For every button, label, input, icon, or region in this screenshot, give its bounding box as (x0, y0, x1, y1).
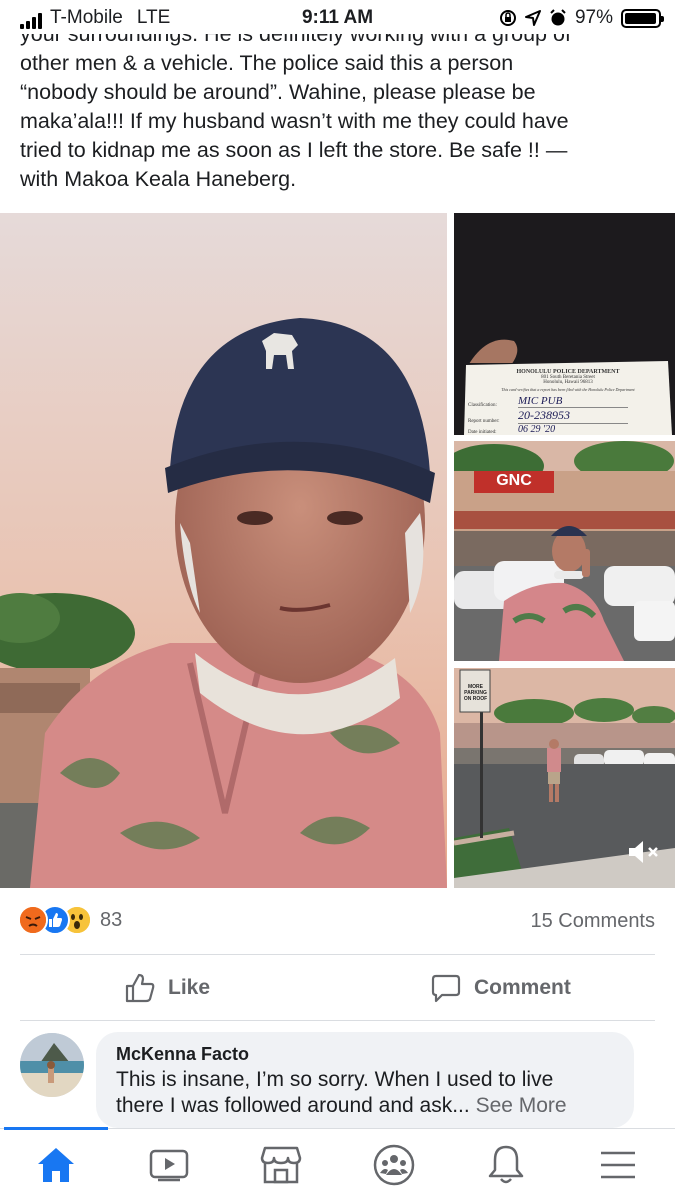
video-icon (149, 1149, 189, 1182)
comment-text-line: there I was followed around and ask... (116, 1094, 470, 1117)
marketplace-icon (260, 1146, 302, 1184)
thumbs-up-icon (125, 973, 155, 1003)
groups-icon (373, 1144, 415, 1186)
comments-count-link[interactable]: 15 Comments (531, 910, 656, 933)
police-card-note: This card verifies that a report has bee… (501, 387, 635, 392)
comment-author[interactable]: McKenna Facto (116, 1044, 614, 1065)
comment-label: Comment (474, 976, 571, 999)
alarm-icon (550, 9, 566, 26)
reactions-summary[interactable]: 83 (18, 905, 122, 935)
comment-text-line: This is insane, I’m so sorry. When I use… (116, 1068, 554, 1091)
like-button[interactable]: Like (124, 968, 210, 1008)
police-card-report-value: 20-238953 (518, 408, 628, 424)
home-icon (38, 1148, 74, 1182)
store-sign: GNC (496, 472, 532, 489)
reaction-count: 83 (100, 908, 123, 931)
screen-lock-icon (499, 10, 516, 26)
active-tab-indicator (4, 1127, 108, 1130)
post-text-line: other men & a vehicle. The police said t… (20, 51, 514, 75)
see-more-link[interactable]: See More (476, 1094, 567, 1117)
mute-button[interactable] (627, 838, 661, 866)
parking-sign: MORE PARKING ON ROOF (461, 684, 490, 702)
nav-menu[interactable] (594, 1141, 642, 1189)
post-text-line: tried to kidnap me as soon as I left the… (20, 138, 568, 162)
bottom-nav (0, 1127, 675, 1200)
nav-home[interactable] (32, 1141, 80, 1189)
photo-parking-lot[interactable]: MORE PARKING ON ROOF (454, 668, 675, 888)
comment-text: This is insane, I’m so sorry. When I use… (116, 1067, 614, 1119)
location-icon (524, 10, 541, 26)
divider (20, 954, 655, 955)
police-card-date-label: Date initiated: (468, 430, 497, 435)
like-label: Like (168, 976, 211, 999)
police-card-date-value: 06 29 '20 (518, 424, 556, 435)
photo-main[interactable] (0, 213, 447, 888)
police-card: HONOLULU POLICE DEPARTMENT 801 South Ber… (468, 369, 668, 435)
battery-icon (621, 8, 664, 28)
post-text-line: with Makoa Keala Haneberg. (20, 167, 297, 191)
status-bar: T-Mobile LTE 9:11 AM 97% (0, 0, 675, 34)
post-text-line: maka’ala!!! If my husband wasn’t with me… (20, 109, 569, 133)
police-card-classification-label: Classification: (468, 403, 497, 408)
nav-groups[interactable] (370, 1141, 418, 1189)
nav-watch[interactable] (145, 1141, 193, 1189)
police-card-report-label: Report number: (468, 419, 500, 424)
nav-notifications[interactable] (482, 1141, 530, 1189)
photo-police-card[interactable]: HONOLULU POLICE DEPARTMENT 801 South Ber… (454, 213, 675, 435)
speaker-muted-icon (629, 841, 658, 863)
battery-percent: 97% (574, 7, 613, 28)
police-card-classification-value: MIC PUB (518, 395, 628, 408)
comment-button[interactable]: Comment (430, 968, 571, 1008)
avatar[interactable] (20, 1033, 84, 1097)
bell-icon (488, 1145, 524, 1184)
photo-store-front[interactable]: GNC (454, 441, 675, 661)
nav-marketplace[interactable] (257, 1141, 305, 1189)
post-text: your surroundings. He is definitely work… (20, 20, 660, 194)
hamburger-menu-icon (601, 1151, 635, 1179)
police-card-address-2: Honolulu, Hawaii 96813 (543, 380, 593, 385)
status-right: 97% (499, 7, 664, 29)
divider (20, 1020, 655, 1021)
angry-reaction-icon (18, 905, 48, 935)
comment-icon (431, 974, 461, 1003)
parking-sign-line: ON ROOF (463, 696, 488, 702)
post-text-line: “nobody should be around”. Wahine, pleas… (20, 80, 536, 104)
comment-bubble[interactable]: McKenna Facto This is insane, I’m so sor… (96, 1032, 634, 1128)
